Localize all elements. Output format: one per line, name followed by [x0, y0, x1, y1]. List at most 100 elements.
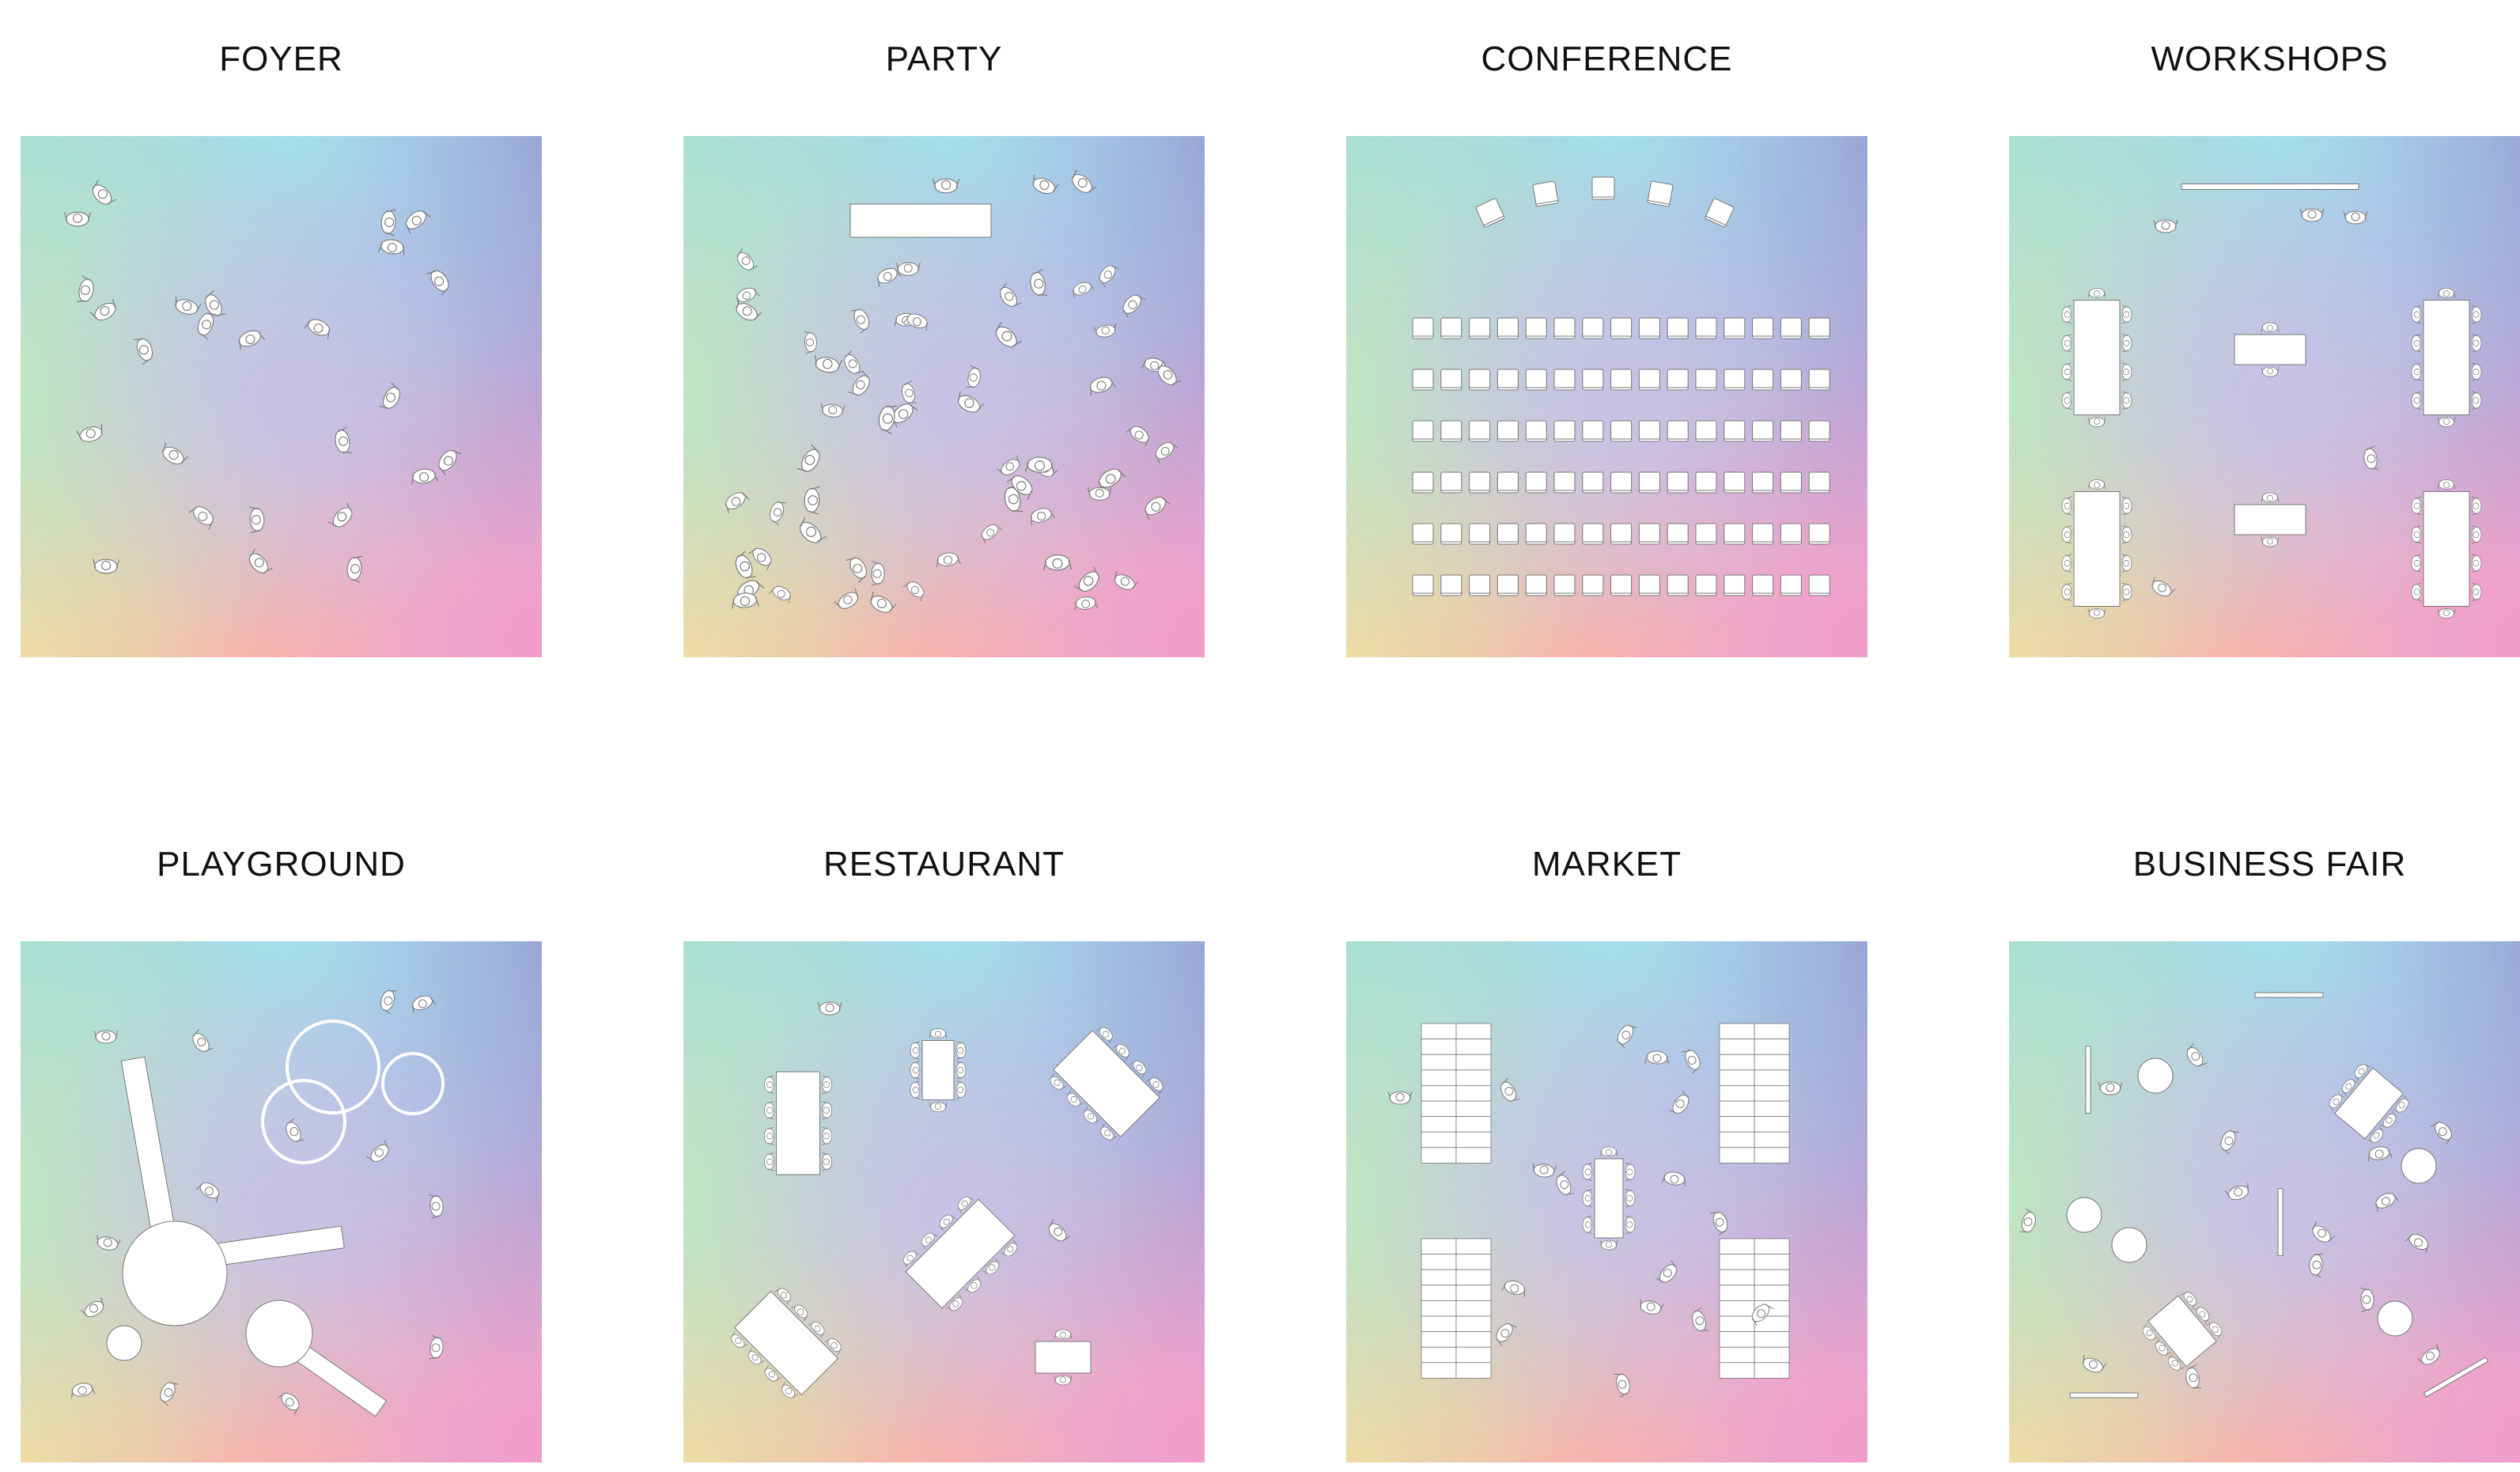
display-panel	[2069, 1392, 2139, 1398]
chair-icon	[1553, 574, 1576, 596]
chair-icon	[1695, 523, 1717, 545]
foyer-svg	[21, 136, 542, 657]
chair-icon	[1808, 574, 1830, 596]
roundabout	[122, 1220, 228, 1326]
chair-icon	[1610, 471, 1633, 494]
chair-icon	[1469, 317, 1491, 339]
chair-icon	[1808, 369, 1830, 391]
chair-icon	[1808, 420, 1830, 442]
chair-icon	[1525, 317, 1547, 339]
chair-icon	[1808, 523, 1830, 545]
chair-icon	[1752, 369, 1774, 391]
chair-icon	[1638, 369, 1660, 391]
chair-icon	[1412, 574, 1434, 596]
chair-icon	[1532, 180, 1559, 207]
floor-plan-foyer	[21, 136, 542, 657]
chair-icon	[1496, 317, 1519, 339]
round-table	[2377, 1300, 2413, 1337]
chair-icon	[1780, 420, 1802, 442]
floor-plan-restaurant	[683, 941, 1205, 1463]
chair-icon	[1638, 420, 1660, 442]
chair-icon	[1638, 574, 1660, 596]
round-table	[2111, 1227, 2147, 1263]
chair-icon	[1412, 523, 1434, 545]
chair-icon	[1496, 420, 1519, 442]
chair-icon	[1752, 420, 1774, 442]
chair-icon	[1469, 523, 1491, 545]
table-top	[1035, 1341, 1092, 1374]
chair-icon	[1412, 471, 1434, 494]
stepping-stone	[106, 1325, 142, 1361]
roundabout	[245, 1300, 313, 1368]
chair-icon	[1780, 317, 1802, 339]
chair-icon	[1695, 471, 1717, 494]
floor-plan-market	[1346, 941, 1867, 1463]
chair-icon	[1724, 574, 1746, 596]
chair-icon	[1780, 574, 1802, 596]
chair-icon	[1525, 369, 1547, 391]
chair-icon	[1582, 420, 1604, 442]
conference-svg	[1346, 136, 1867, 657]
round-table	[2137, 1058, 2174, 1094]
chair-icon	[1525, 420, 1547, 442]
display-panel	[2254, 992, 2324, 998]
chair-icon	[1695, 369, 1717, 391]
display-panel	[2085, 1046, 2091, 1114]
chair-icon	[1469, 574, 1491, 596]
chair-icon	[1553, 369, 1576, 391]
chair-icon	[1667, 369, 1689, 391]
chair-icon	[1667, 471, 1689, 494]
chair-icon	[1667, 523, 1689, 545]
chair-icon	[1440, 420, 1462, 442]
table-top	[2423, 491, 2470, 607]
chair-icon	[1638, 523, 1660, 545]
chair-icon	[1412, 420, 1434, 442]
floor-plan-business-fair	[2009, 941, 2520, 1463]
chair-icon	[1469, 471, 1491, 494]
chair-icon	[1752, 574, 1774, 596]
chair-icon	[1553, 471, 1576, 494]
chair-icon	[1610, 369, 1633, 391]
floor-plan-playground	[21, 941, 542, 1463]
business-fair-svg	[2009, 941, 2520, 1463]
chair-icon	[1582, 317, 1604, 339]
chair-icon	[1582, 523, 1604, 545]
floor-plan-party	[683, 136, 1205, 657]
chair-icon	[1780, 471, 1802, 494]
chair-icon	[1496, 523, 1519, 545]
chair-icon	[1582, 471, 1604, 494]
chair-icon	[1724, 420, 1746, 442]
chair-icon	[1610, 420, 1633, 442]
chair-icon	[1440, 369, 1462, 391]
chair-icon	[1412, 317, 1434, 339]
chair-icon	[1647, 180, 1674, 207]
chair-icon	[1695, 317, 1717, 339]
market-stall	[1719, 1023, 1790, 1164]
chair-icon	[1667, 574, 1689, 596]
chair-icon	[1440, 523, 1462, 545]
chair-icon	[1808, 471, 1830, 494]
chair-icon	[1610, 574, 1633, 596]
chair-icon	[1752, 471, 1774, 494]
chair-icon	[1780, 523, 1802, 545]
panel-title: CONFERENCE	[1481, 40, 1733, 78]
round-table	[2066, 1197, 2102, 1233]
floor-plan-conference	[1346, 136, 1867, 657]
chair-icon	[1469, 369, 1491, 391]
chair-icon	[1525, 574, 1547, 596]
panel-title: BUSINESS FAIR	[2132, 845, 2407, 884]
table-top	[2073, 300, 2121, 415]
chair-icon	[1582, 369, 1604, 391]
playground-svg	[21, 941, 542, 1463]
chair-icon	[1440, 317, 1462, 339]
chair-icon	[1553, 420, 1576, 442]
table-top	[2423, 300, 2470, 415]
round-table	[2401, 1148, 2437, 1184]
chair-icon	[1667, 317, 1689, 339]
chair-icon	[1469, 420, 1491, 442]
market-stall	[1421, 1023, 1492, 1164]
chair-icon	[1525, 471, 1547, 494]
chair-icon	[1724, 369, 1746, 391]
market-stall	[1421, 1238, 1492, 1379]
chair-icon	[1591, 176, 1615, 200]
